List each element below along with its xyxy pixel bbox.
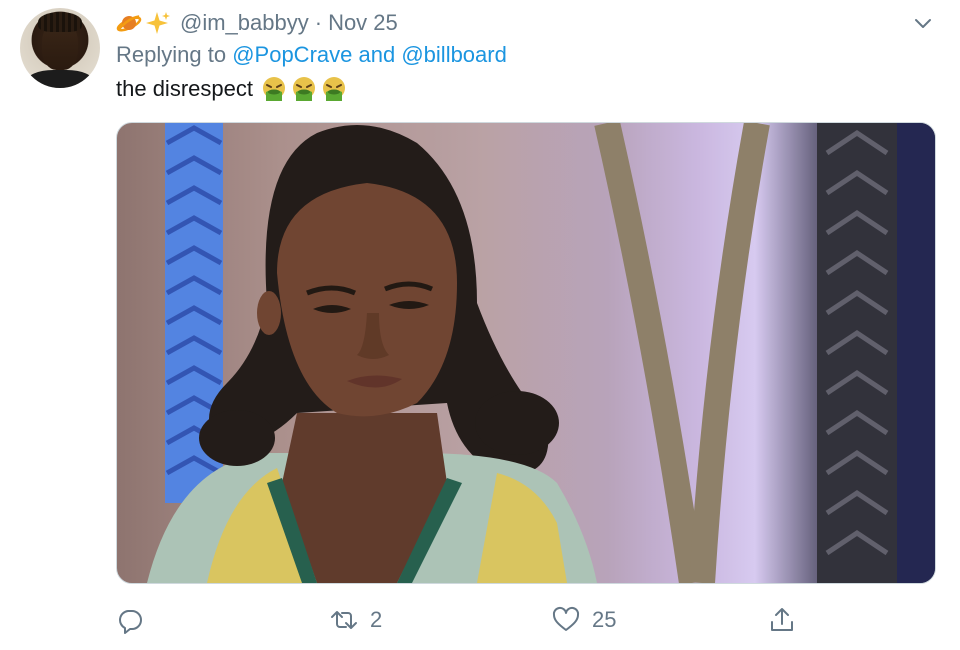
face-vomiting-icon (292, 77, 315, 101)
chevron-down-icon[interactable] (912, 12, 934, 34)
reply-icon (119, 610, 142, 634)
like-count: 25 (592, 607, 617, 632)
tweet-header: @im_babbyy · Nov 25 (116, 8, 398, 38)
like-button[interactable]: 25 (552, 606, 616, 634)
avatar-hair (38, 12, 82, 32)
retweet-button[interactable]: 2 (330, 606, 382, 634)
avatar[interactable] (20, 8, 100, 88)
tweet-text: the disrespect (116, 76, 347, 102)
replying-to-conjunction: and (358, 42, 396, 67)
tweet-media-photo[interactable] (116, 122, 936, 584)
replying-to: Replying to @PopCrave and @billboard (116, 42, 507, 68)
tweet[interactable]: @im_babbyy · Nov 25 Replying to @PopCrav… (0, 0, 960, 650)
retweet-icon (331, 611, 357, 629)
tweet-actions: 2 25 (116, 600, 934, 644)
mention-popcrave[interactable]: @PopCrave (232, 42, 352, 67)
photo-glow (117, 123, 935, 583)
heart-icon (552, 606, 580, 631)
share-icon (771, 608, 793, 631)
face-vomiting-icon (262, 77, 285, 101)
retweet-count: 2 (370, 607, 383, 632)
sparkles-icon (146, 12, 170, 34)
ringed-planet-icon (116, 15, 142, 32)
tweet-date[interactable]: Nov 25 (328, 10, 398, 36)
avatar-shirt (26, 70, 94, 88)
share-button[interactable] (768, 606, 808, 634)
header-separator: · (314, 10, 323, 35)
mention-billboard[interactable]: @billboard (401, 42, 507, 67)
face-vomiting-icon (322, 77, 345, 101)
reply-button[interactable] (116, 606, 156, 634)
replying-to-prefix: Replying to (116, 42, 227, 67)
tweet-body: the disrespect (116, 76, 253, 101)
photo-illustration (117, 123, 935, 583)
user-handle[interactable]: @im_babbyy (180, 10, 309, 36)
